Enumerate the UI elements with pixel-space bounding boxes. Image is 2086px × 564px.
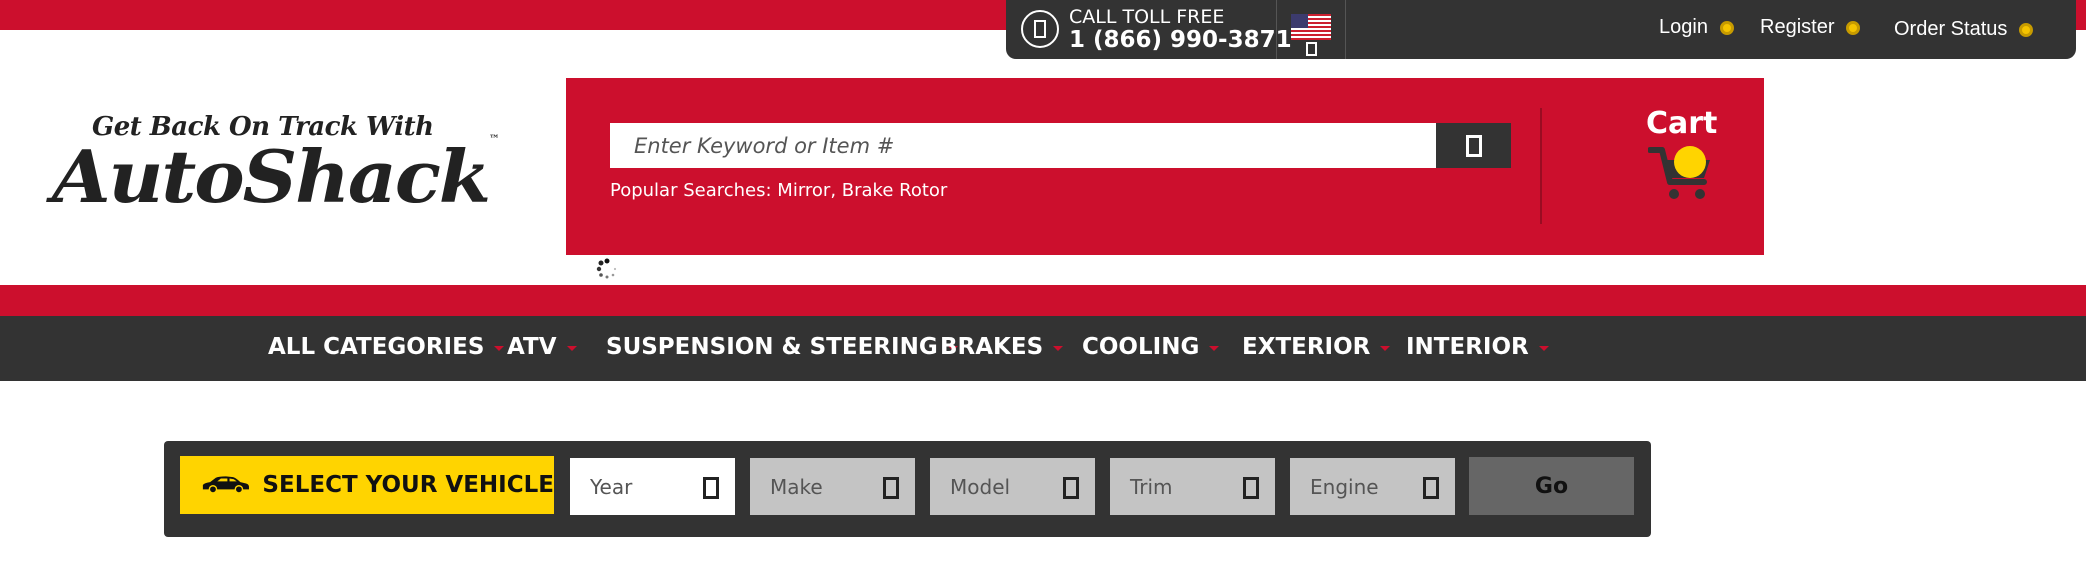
toll-free-number[interactable]: 1 (866) 990-3871 xyxy=(1069,27,1292,53)
login-link[interactable]: Login xyxy=(1659,16,1734,39)
register-icon xyxy=(1846,20,1861,35)
go-button[interactable]: Go xyxy=(1469,457,1634,515)
country-selector[interactable] xyxy=(1276,0,1346,59)
toll-free-label: CALL TOLL FREE xyxy=(1069,6,1225,28)
search-button[interactable] xyxy=(1436,123,1511,168)
nav-interior[interactable]: INTERIOR xyxy=(1406,334,1549,360)
vehicle-selector: SELECT YOUR VEHICLE Year Make Model Trim… xyxy=(164,441,1651,537)
chevron-down-icon xyxy=(703,477,719,499)
page: CALL TOLL FREE 1 (866) 990-3871 Login Re… xyxy=(0,0,2086,564)
engine-select[interactable]: Engine xyxy=(1290,458,1455,515)
nav-exterior[interactable]: EXTERIOR xyxy=(1242,334,1391,360)
chevron-down-icon xyxy=(1423,477,1439,499)
phone-icon[interactable] xyxy=(1021,10,1059,48)
year-select[interactable]: Year xyxy=(570,458,735,515)
register-link[interactable]: Register xyxy=(1760,16,1861,39)
make-select[interactable]: Make xyxy=(750,458,915,515)
chevron-down-icon xyxy=(1305,42,1317,56)
select-vehicle-text: SELECT YOUR VEHICLE xyxy=(262,472,554,498)
chevron-down-icon xyxy=(883,477,899,499)
logo-wordmark: AutoShack™ xyxy=(52,134,500,219)
chevron-down-icon xyxy=(494,345,505,351)
chevron-down-icon xyxy=(566,345,577,351)
chevron-down-icon xyxy=(1243,477,1259,499)
autoshack-logo[interactable]: Get Back On Track With AutoShack™ xyxy=(52,112,512,219)
trim-select[interactable]: Trim xyxy=(1110,458,1275,515)
chevron-down-icon xyxy=(1380,345,1391,351)
nav-cooling[interactable]: COOLING xyxy=(1082,334,1220,360)
header-red-band xyxy=(0,285,2086,316)
search-input[interactable] xyxy=(610,123,1436,168)
order-status-icon xyxy=(2019,22,2034,37)
nav-all-categories[interactable]: ALL CATEGORIES xyxy=(268,334,505,360)
order-status-label: Order Status xyxy=(1894,18,2008,40)
cart-label[interactable]: Cart xyxy=(1646,106,1717,141)
order-status-link[interactable]: Order Status xyxy=(1894,18,2034,41)
search-icon xyxy=(1465,134,1482,157)
cart-count-badge xyxy=(1674,146,1706,178)
chevron-down-icon xyxy=(1538,345,1549,351)
loading-spinner-icon xyxy=(596,258,617,279)
nav-suspension-steering[interactable]: SUSPENSION & STEERING xyxy=(606,334,958,360)
search-panel: Popular Searches: Mirror, Brake Rotor Ca… xyxy=(566,78,1764,255)
chevron-down-icon xyxy=(1053,345,1064,351)
main-nav: ALL CATEGORIES ATV SUSPENSION & STEERING… xyxy=(0,316,2086,381)
nav-atv[interactable]: ATV xyxy=(507,334,577,360)
model-select[interactable]: Model xyxy=(930,458,1095,515)
login-icon xyxy=(1719,20,1734,35)
popular-searches: Popular Searches: Mirror, Brake Rotor xyxy=(610,180,948,201)
chevron-down-icon xyxy=(1209,345,1220,351)
utility-bar: CALL TOLL FREE 1 (866) 990-3871 Login Re… xyxy=(1006,0,2076,59)
select-vehicle-label: SELECT YOUR VEHICLE xyxy=(180,456,554,514)
chevron-down-icon xyxy=(1063,477,1079,499)
panel-divider xyxy=(1540,108,1542,224)
register-label: Register xyxy=(1760,16,1835,38)
nav-brakes[interactable]: BRAKES xyxy=(940,334,1064,360)
login-label: Login xyxy=(1659,16,1708,38)
car-icon xyxy=(202,476,249,494)
us-flag-icon xyxy=(1291,14,1331,40)
